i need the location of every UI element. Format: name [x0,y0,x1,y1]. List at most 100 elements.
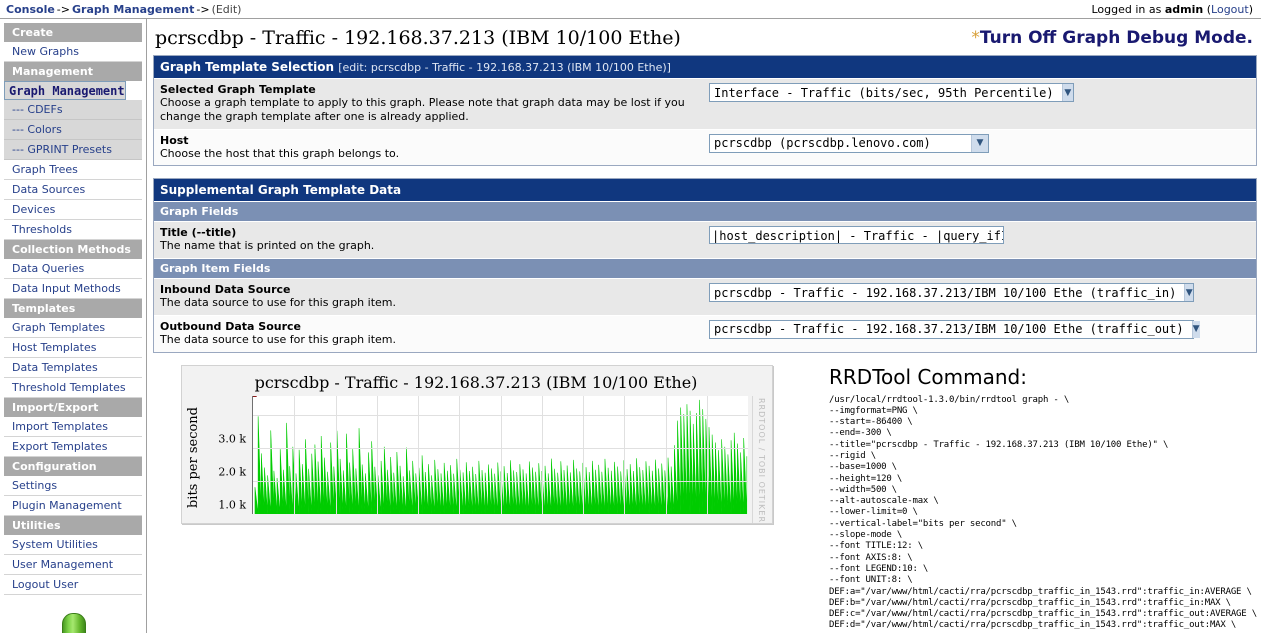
y-tick-label: 2.0 k [218,465,246,479]
sidebar-item-logout-user[interactable]: Logout User [4,575,142,595]
input-title-title[interactable]: |host_description| - Traffic - |query_if… [709,226,1004,245]
lower-section: pcrscdbp - Traffic - 192.168.37.213 (IBM… [153,364,1257,632]
grid-line-vertical [500,395,502,514]
rrd-graph-image[interactable]: pcrscdbp - Traffic - 192.168.37.213 (IBM… [181,364,773,524]
logged-in-prefix: Logged in as [1091,2,1162,16]
asterisk-icon: * [971,28,980,48]
grid-line-vertical [418,395,419,514]
axis-tick-mark [252,448,253,449]
sidebar-group-create: Create [4,23,142,42]
form-row: Selected Graph Template Choose a graph te… [154,78,1256,129]
login-info: Logged in as admin (Logout) [1091,3,1253,16]
form-row: Outbound Data Source The data source to u… [154,314,1256,352]
chevron-down-icon[interactable]: ▼ [971,134,988,152]
breadcrumb: Console -> Graph Management -> (Edit) [6,3,241,16]
graph-template-selection-header: Graph Template Selection [edit: pcrscdbp… [154,56,1256,78]
field-label: Title (--title) [160,226,237,240]
sidebar-item-thresholds[interactable]: Thresholds [4,220,142,240]
form-row-description: Inbound Data Source The data source to us… [160,283,705,310]
y-axis-ticks: 1.0 k 2.0 k 3.0 k [204,396,252,514]
field-label: Selected Graph Template [160,83,316,96]
breadcrumb-sep-2: -> [196,2,210,16]
breadcrumb-graph-management[interactable]: Graph Management [72,3,194,16]
page-title: pcrscdbp - Traffic - 192.168.37.213 (IBM… [155,27,681,49]
sidebar-item-cdefs[interactable]: --- CDEFs [4,100,142,120]
select-inbound-data-source[interactable]: pcrscdbp - Traffic - 192.168.37.213/IBM … [709,283,1194,302]
sidebar-item-threshold-templates[interactable]: Threshold Templates [4,378,142,398]
chevron-down-icon[interactable]: ▼ [1184,284,1193,301]
grid-line-vertical [376,395,378,514]
form-row-control: pcrscdbp (pcrscdbp.lenovo.com) ▼ [705,133,1250,153]
grid-line-vertical [459,395,461,514]
graph-chart-title: pcrscdbp - Traffic - 192.168.37.213 (IBM… [254,372,698,392]
sidebar-item-graph-trees[interactable]: Graph Trees [4,160,142,180]
select-outbound-data-source[interactable]: pcrscdbp - Traffic - 192.168.37.213/IBM … [709,319,1200,339]
main-content: pcrscdbp - Traffic - 192.168.37.213 (IBM… [147,19,1261,633]
form-row-description: Host Choose the host that this graph belo… [160,134,705,161]
sidebar-item-new-graphs[interactable]: New Graphs [4,42,142,62]
rrdtool-command-text: /usr/local/rrdtool-1.3.0/bin/rrdtool gra… [829,394,1257,631]
sidebar-item-gprint-presets[interactable]: --- GPRINT Presets [4,140,142,160]
form-row-control: pcrscdbp - Traffic - 192.168.37.213/IBM … [705,283,1250,302]
select-host[interactable]: pcrscdbp (pcrscdbp.lenovo.com) ▼ [709,133,989,153]
sidebar-item-data-sources[interactable]: Data Sources [4,180,142,200]
grid-line-vertical [541,395,543,514]
supplemental-header: Supplemental Graph Template Data [154,179,1256,202]
logout-paren-close: ) [1248,2,1253,16]
sidebar-item-devices[interactable]: Devices [4,200,142,220]
sidebar-item-export-templates[interactable]: Export Templates [4,437,142,457]
cacti-graph-edit-page: Console -> Graph Management -> (Edit) Logged… [0,0,1261,633]
rrdtool-command-heading: RRDTool Command: [829,364,1027,389]
subsection-header: Graph Fields [154,201,1256,222]
chevron-down-icon[interactable]: ▼ [1061,84,1073,101]
field-help-text: Choose a graph template to apply to this… [160,96,685,123]
sidebar-group-templates: Templates [4,299,142,318]
form-row-description: Outbound Data Source The data source to u… [160,320,705,347]
chart-canvas [252,395,748,514]
sidebar-group-import-export: Import/Export [4,398,142,417]
logout-link[interactable]: Logout [1211,3,1249,16]
select-selected-graph-template[interactable]: Interface - Traffic (bits/sec, 95th Perc… [709,83,1074,102]
axis-tick-mark [252,415,253,416]
sidebar-item-user-management[interactable]: User Management [4,555,142,575]
form-row: Title (--title) The name that is printed … [154,221,1256,258]
field-label: Outbound Data Source [160,319,302,333]
sidebar-item-host-templates[interactable]: Host Templates [4,338,142,358]
y-axis-label: bits per second [186,406,201,508]
field-help-text: The data source to use for this graph it… [160,296,396,309]
breadcrumb-console[interactable]: Console [6,3,55,16]
form-row-description: Title (--title) The name that is printed … [160,226,705,253]
sidebar-item-data-templates[interactable]: Data Templates [4,358,142,378]
sidebar-item-import-templates[interactable]: Import Templates [4,417,142,437]
chevron-down-icon[interactable]: ▼ [1191,320,1200,338]
graph-template-selection-panel: Graph Template Selection [edit: pcrscdbp… [153,55,1257,167]
axis-tick-mark [252,481,253,482]
sidebar-item-system-utilities[interactable]: System Utilities [4,535,142,555]
form-row-control: pcrscdbp - Traffic - 192.168.37.213/IBM … [705,319,1250,339]
grid-line-vertical [624,395,626,514]
grid-line-vertical [335,395,337,514]
panel-edit-subtitle: [edit: pcrscdbp - Traffic - 192.168.37.2… [338,61,671,74]
y-tick-label: 3.0 k [218,432,246,446]
grid-line-vertical [294,395,296,514]
debug-label: Turn Off Graph Debug Mode. [979,28,1253,48]
panel-title: Supplemental Graph Template Data [160,183,402,198]
sidebar-item-graph-templates[interactable]: Graph Templates [4,318,142,338]
graph-column: pcrscdbp - Traffic - 192.168.37.213 (IBM… [153,364,821,524]
sidebar: Create New Graphs Management Graph Manageme… [0,19,147,633]
rrdtool-column: RRDTool Command: /usr/local/rrdtool-1.3.… [821,365,1257,632]
panel-title: Graph Template Selection [160,60,335,74]
sidebar-item-settings[interactable]: Settings [4,476,142,496]
sidebar-item-colors[interactable]: --- Colors [4,120,142,140]
toggle-graph-debug-mode-link[interactable]: *Turn Off Graph Debug Mode. [971,27,1253,48]
field-help-text: The data source to use for this graph it… [160,332,396,346]
subsection-header: Graph Item Fields [154,258,1256,278]
sidebar-item-data-input-methods[interactable]: Data Input Methods [4,279,142,299]
form-row-control: |host_description| - Traffic - |query_if… [705,226,1250,247]
sidebar-group-utilities: Utilities [4,516,142,535]
sidebar-item-data-queries[interactable]: Data Queries [4,259,142,279]
sidebar-item-plugin-management[interactable]: Plugin Management [4,496,142,516]
sidebar-item-graph-management[interactable]: Graph Management [4,81,126,100]
graph-plot-area: bits per second 1.0 k 2.0 k 3.0 k RRDTOOL … [186,395,766,523]
grid-line-vertical [665,395,667,514]
